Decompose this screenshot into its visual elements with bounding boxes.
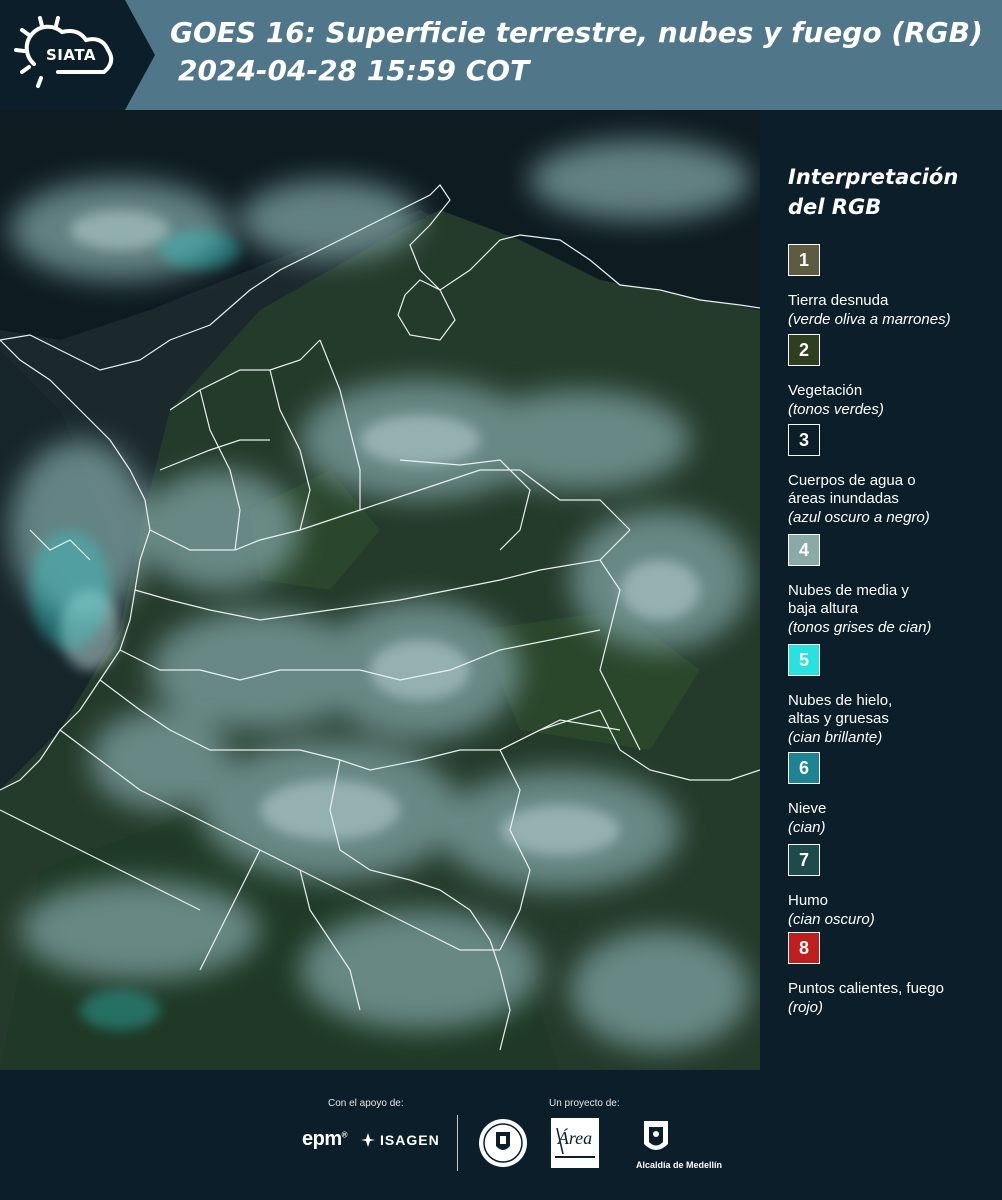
legend-title: Interpretación del RGB <box>788 165 959 219</box>
alcaldia-medellin-logo[interactable]: Alcaldía de Medellín <box>636 1118 722 1178</box>
medellin-shield-icon <box>644 1121 668 1150</box>
epm-logo-text: epm <box>302 1128 342 1150</box>
legend-label: Nubes de hielo, altas y gruesas <box>788 692 893 727</box>
project-label: Un proyecto de: <box>549 1098 620 1109</box>
legend-label: Cuerpos de agua o áreas inundadas <box>788 472 916 507</box>
legend-item-ice-clouds: 5 Nubes de hielo, altas y gruesas (cian … <box>788 644 998 748</box>
legend-swatch: 1 <box>788 244 820 276</box>
legend-label: Nieve <box>788 800 827 817</box>
isagen-icon <box>361 1133 375 1147</box>
footer-divider <box>457 1115 458 1171</box>
medellin-logo-text: Alcaldía de Medellín <box>636 1160 723 1170</box>
epm-logo[interactable]: epm® <box>302 1128 348 1151</box>
legend-item-fire: 8 Puntos calientes, fuego (rojo) <box>788 932 998 1018</box>
legend-swatch: 3 <box>788 424 820 456</box>
university-seal-icon[interactable] <box>478 1118 528 1168</box>
legend-desc: (verde oliva a marrones) <box>788 311 951 328</box>
legend-item-water: 3 Cuerpos de agua o áreas inundadas (azu… <box>788 424 998 528</box>
legend-desc: (cian brillante) <box>788 729 883 746</box>
legend-item-snow: 6 Nieve (cian) <box>788 752 998 838</box>
legend-item-bare-land: 1 Tierra desnuda (verde oliva a marrones… <box>788 244 998 330</box>
legend-desc: (rojo) <box>788 999 824 1016</box>
footer: Con el apoyo de: Un proyecto de: epm® IS… <box>0 1070 1002 1200</box>
legend-label: Nubes de media y baja altura <box>788 582 909 617</box>
legend-desc: (tonos grises de cian) <box>788 619 932 636</box>
legend-desc: (azul oscuro a negro) <box>788 509 930 526</box>
logo-text: SIATA <box>46 46 97 64</box>
legend-label: Puntos calientes, fuego <box>788 980 944 997</box>
legend-item-smoke: 7 Humo (cian oscuro) <box>788 844 998 930</box>
legend-swatch: 2 <box>788 334 820 366</box>
legend-label: Humo <box>788 892 829 909</box>
legend-item-vegetation: 2 Vegetación (tonos verdes) <box>788 334 998 420</box>
legend-swatch: 7 <box>788 844 820 876</box>
timestamp: 2024-04-28 15:59 COT <box>178 54 530 87</box>
siata-logo[interactable]: SIATA <box>0 0 155 110</box>
legend-swatch: 4 <box>788 534 820 566</box>
isagen-logo[interactable]: ISAGEN <box>360 1132 440 1148</box>
legend-item-mid-low-clouds: 4 Nubes de media y baja altura (tonos gr… <box>788 534 998 638</box>
legend-desc: (cian) <box>788 819 826 836</box>
area-metropolitana-logo[interactable]: Área <box>551 1118 599 1168</box>
page-title: GOES 16: Superficie terrestre, nubes y f… <box>170 16 983 49</box>
legend-label: Tierra desnuda <box>788 292 889 309</box>
satellite-map[interactable] <box>0 110 760 1070</box>
legend-label: Vegetación <box>788 382 863 399</box>
support-label: Con el apoyo de: <box>328 1098 404 1109</box>
legend-swatch: 8 <box>788 932 820 964</box>
header-bar: SIATA GOES 16: Superficie terrestre, nub… <box>0 0 1002 110</box>
area-logo-text: Área <box>557 1127 592 1148</box>
legend-desc: (cian oscuro) <box>788 911 875 928</box>
legend-swatch: 5 <box>788 644 820 676</box>
isagen-logo-text: ISAGEN <box>380 1132 440 1148</box>
legend-desc: (tonos verdes) <box>788 401 884 418</box>
satellite-image <box>0 110 760 1070</box>
legend-panel: Interpretación del RGB 1 Tierra desnuda … <box>762 110 1002 1070</box>
legend-swatch: 6 <box>788 752 820 784</box>
